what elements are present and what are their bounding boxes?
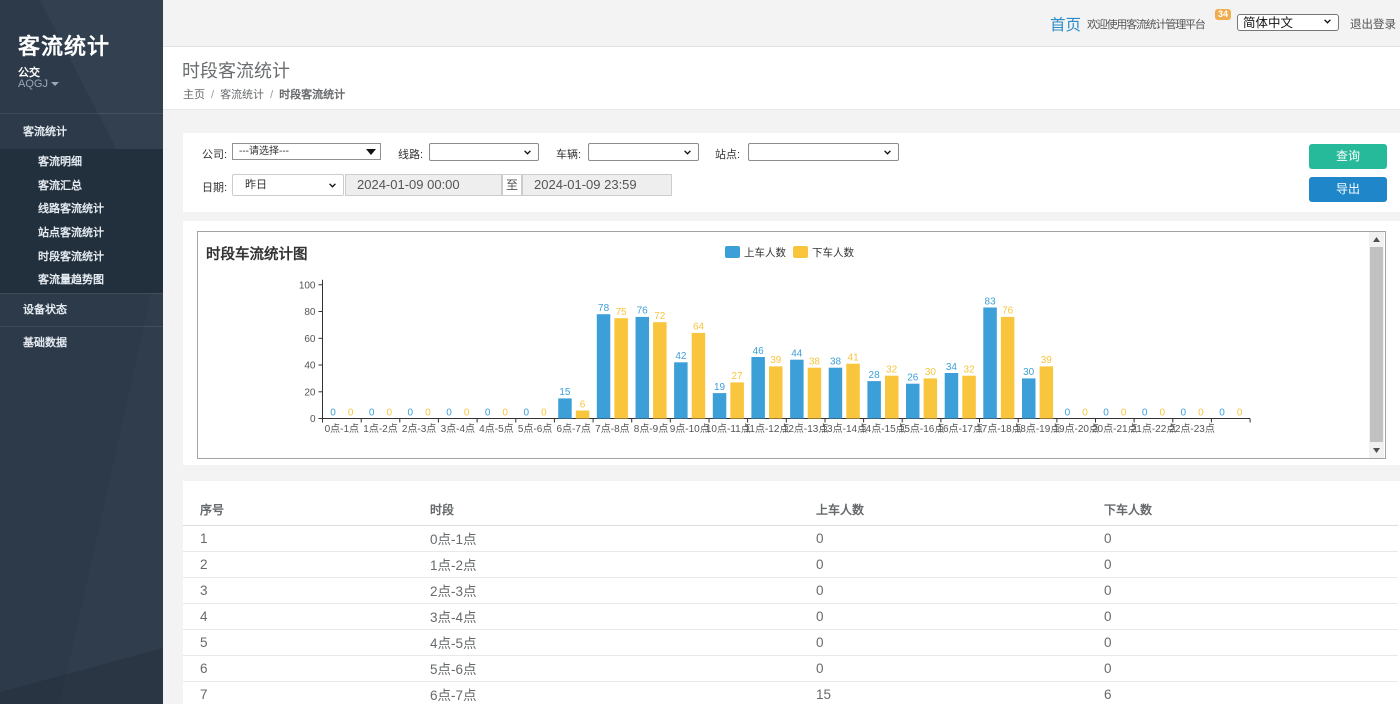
svg-text:38: 38 [830, 357, 842, 368]
svg-text:64: 64 [693, 322, 705, 333]
svg-text:28: 28 [869, 370, 881, 381]
svg-text:32: 32 [886, 365, 898, 376]
svg-text:76: 76 [637, 306, 649, 317]
svg-text:0: 0 [1103, 407, 1109, 418]
svg-text:0: 0 [1121, 407, 1127, 418]
svg-text:60: 60 [304, 334, 316, 345]
svg-text:0: 0 [1160, 407, 1166, 418]
svg-text:0: 0 [1219, 407, 1225, 418]
svg-text:0: 0 [446, 407, 452, 418]
svg-text:0: 0 [348, 407, 354, 418]
svg-text:4点-5点: 4点-5点 [479, 423, 513, 435]
svg-text:0: 0 [502, 407, 508, 418]
svg-text:0: 0 [387, 407, 393, 418]
svg-text:0: 0 [425, 407, 431, 418]
svg-text:78: 78 [598, 303, 610, 314]
svg-text:0: 0 [1142, 407, 1148, 418]
svg-text:44: 44 [791, 349, 803, 360]
svg-text:100: 100 [299, 280, 316, 291]
svg-text:8点-9点: 8点-9点 [634, 423, 668, 435]
svg-text:22点-23点: 22点-23点 [1169, 423, 1215, 435]
svg-text:34: 34 [946, 362, 958, 373]
svg-text:0: 0 [1082, 407, 1088, 418]
svg-text:0: 0 [369, 407, 375, 418]
svg-text:30: 30 [925, 367, 937, 378]
svg-text:41: 41 [848, 353, 860, 364]
svg-text:30: 30 [1023, 367, 1035, 378]
svg-text:83: 83 [985, 296, 997, 307]
svg-text:0: 0 [485, 407, 491, 418]
svg-text:6点-7点: 6点-7点 [556, 423, 590, 435]
svg-text:76: 76 [1002, 306, 1014, 317]
svg-text:27: 27 [732, 371, 744, 382]
svg-text:0: 0 [464, 407, 470, 418]
svg-text:38: 38 [809, 357, 821, 368]
svg-text:0: 0 [524, 407, 530, 418]
svg-text:19: 19 [714, 382, 726, 393]
svg-text:2点-3点: 2点-3点 [402, 423, 436, 435]
svg-text:0: 0 [541, 407, 547, 418]
svg-text:80: 80 [304, 307, 316, 318]
svg-text:7点-8点: 7点-8点 [595, 423, 629, 435]
svg-text:0: 0 [1237, 407, 1243, 418]
svg-text:26: 26 [907, 373, 919, 384]
svg-text:20: 20 [304, 387, 316, 398]
svg-text:46: 46 [753, 346, 765, 357]
svg-text:3点-4点: 3点-4点 [441, 423, 475, 435]
svg-text:15: 15 [559, 387, 571, 398]
svg-text:0: 0 [1181, 407, 1187, 418]
svg-text:75: 75 [616, 307, 628, 318]
svg-text:9点-10点: 9点-10点 [670, 423, 710, 435]
svg-text:1点-2点: 1点-2点 [363, 423, 397, 435]
svg-text:39: 39 [1041, 355, 1053, 366]
svg-text:0点-1点: 0点-1点 [325, 423, 359, 435]
svg-text:6: 6 [580, 399, 586, 410]
svg-text:0: 0 [310, 414, 316, 425]
svg-text:5点-6点: 5点-6点 [518, 423, 552, 435]
svg-text:72: 72 [654, 311, 666, 322]
svg-text:32: 32 [963, 365, 975, 376]
svg-text:39: 39 [770, 355, 782, 366]
svg-text:40: 40 [304, 361, 316, 372]
svg-text:42: 42 [675, 351, 687, 362]
svg-text:0: 0 [330, 407, 336, 418]
svg-text:0: 0 [1065, 407, 1071, 418]
svg-text:0: 0 [1198, 407, 1204, 418]
svg-text:0: 0 [408, 407, 414, 418]
